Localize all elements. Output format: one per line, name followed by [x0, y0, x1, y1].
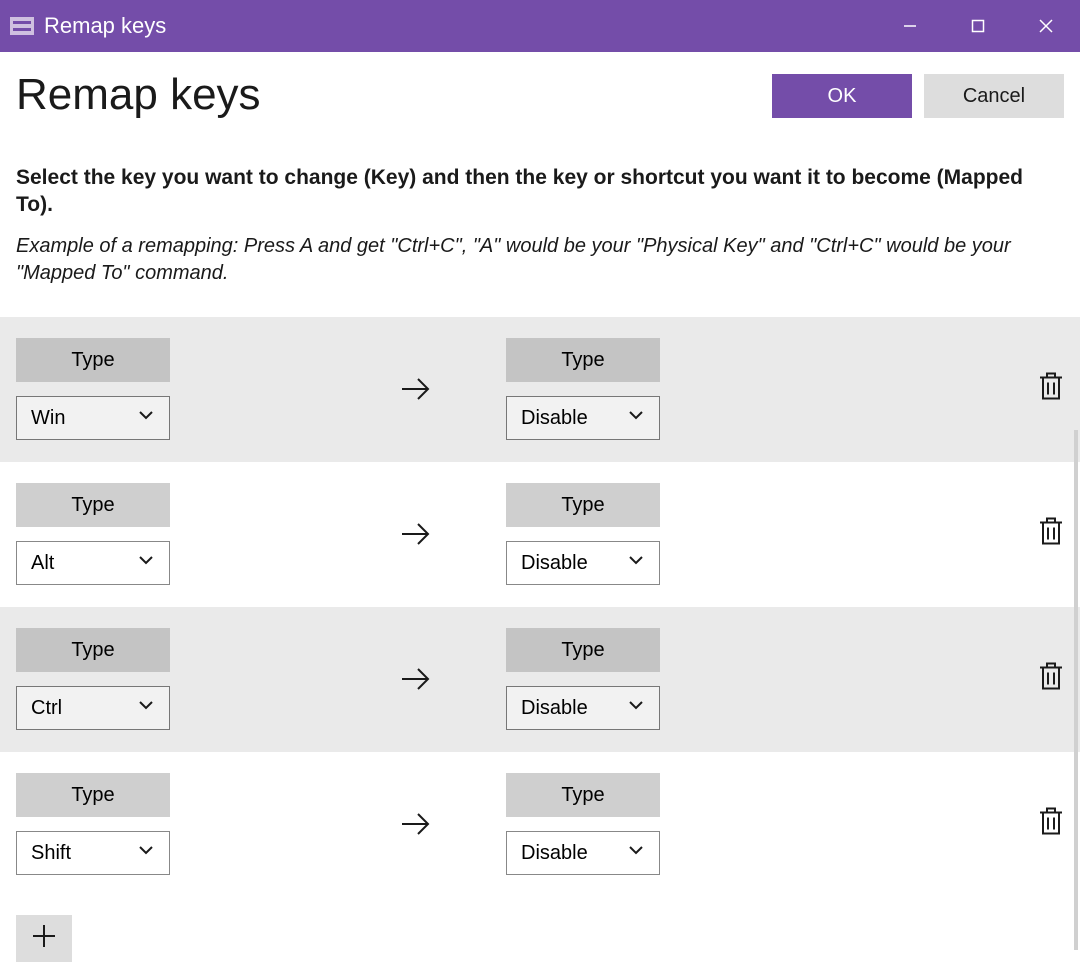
arrow-icon: [326, 661, 506, 697]
minimize-button[interactable]: [876, 0, 944, 52]
remap-rows: Type Win Type Disable Type Alt: [0, 317, 1080, 897]
chevron-down-icon: [137, 841, 155, 865]
to-key-value: Disable: [521, 842, 588, 865]
instruction-primary: Select the key you want to change (Key) …: [16, 164, 1064, 219]
chevron-down-icon: [137, 551, 155, 575]
to-column: Type Disable: [506, 773, 836, 875]
chevron-down-icon: [627, 551, 645, 575]
type-key-button[interactable]: Type: [16, 338, 170, 382]
content-area: Remap keys OK Cancel Select the key you …: [0, 52, 1080, 287]
close-button[interactable]: [1012, 0, 1080, 52]
remap-row: Type Alt Type Disable: [0, 462, 1080, 607]
to-key-value: Disable: [521, 407, 588, 430]
to-key-select[interactable]: Disable: [506, 396, 660, 440]
titlebar-title: Remap keys: [44, 13, 166, 39]
from-column: Type Alt: [16, 483, 326, 585]
page-title: Remap keys: [16, 70, 261, 120]
type-key-button[interactable]: Type: [16, 483, 170, 527]
titlebar: Remap keys: [0, 0, 1080, 52]
to-key-select[interactable]: Disable: [506, 831, 660, 875]
type-shortcut-button[interactable]: Type: [506, 338, 660, 382]
add-row-area: [0, 897, 1080, 962]
maximize-button[interactable]: [944, 0, 1012, 52]
chevron-down-icon: [627, 406, 645, 430]
scrollbar[interactable]: [1074, 430, 1078, 950]
from-key-select[interactable]: Shift: [16, 831, 170, 875]
from-key-value: Win: [31, 407, 65, 430]
from-key-select[interactable]: Alt: [16, 541, 170, 585]
arrow-icon: [326, 371, 506, 407]
delete-row-button[interactable]: [1038, 807, 1064, 842]
cancel-button[interactable]: Cancel: [924, 74, 1064, 118]
plus-icon: [30, 922, 58, 955]
to-column: Type Disable: [506, 338, 836, 440]
type-key-button[interactable]: Type: [16, 773, 170, 817]
from-key-select[interactable]: Ctrl: [16, 686, 170, 730]
remap-row: Type Win Type Disable: [0, 317, 1080, 462]
chevron-down-icon: [137, 696, 155, 720]
to-column: Type Disable: [506, 483, 836, 585]
from-column: Type Win: [16, 338, 326, 440]
remap-row: Type Shift Type Disable: [0, 752, 1080, 897]
window-controls: [876, 0, 1080, 52]
from-column: Type Ctrl: [16, 628, 326, 730]
type-key-button[interactable]: Type: [16, 628, 170, 672]
chevron-down-icon: [137, 406, 155, 430]
keyboard-icon: [10, 17, 34, 35]
to-key-value: Disable: [521, 697, 588, 720]
delete-row-button[interactable]: [1038, 517, 1064, 552]
instruction-example: Example of a remapping: Press A and get …: [16, 233, 1064, 287]
from-key-value: Ctrl: [31, 697, 62, 720]
header-row: Remap keys OK Cancel: [16, 70, 1064, 120]
remap-row: Type Ctrl Type Disable: [0, 607, 1080, 752]
from-key-value: Shift: [31, 842, 71, 865]
to-key-value: Disable: [521, 552, 588, 575]
from-key-value: Alt: [31, 552, 54, 575]
titlebar-left: Remap keys: [10, 13, 166, 39]
type-shortcut-button[interactable]: Type: [506, 628, 660, 672]
delete-row-button[interactable]: [1038, 372, 1064, 407]
arrow-icon: [326, 806, 506, 842]
ok-button[interactable]: OK: [772, 74, 912, 118]
chevron-down-icon: [627, 696, 645, 720]
to-key-select[interactable]: Disable: [506, 686, 660, 730]
add-row-button[interactable]: [16, 915, 72, 962]
to-column: Type Disable: [506, 628, 836, 730]
from-key-select[interactable]: Win: [16, 396, 170, 440]
header-buttons: OK Cancel: [772, 74, 1064, 118]
delete-row-button[interactable]: [1038, 662, 1064, 697]
arrow-icon: [326, 516, 506, 552]
to-key-select[interactable]: Disable: [506, 541, 660, 585]
from-column: Type Shift: [16, 773, 326, 875]
chevron-down-icon: [627, 841, 645, 865]
type-shortcut-button[interactable]: Type: [506, 773, 660, 817]
type-shortcut-button[interactable]: Type: [506, 483, 660, 527]
